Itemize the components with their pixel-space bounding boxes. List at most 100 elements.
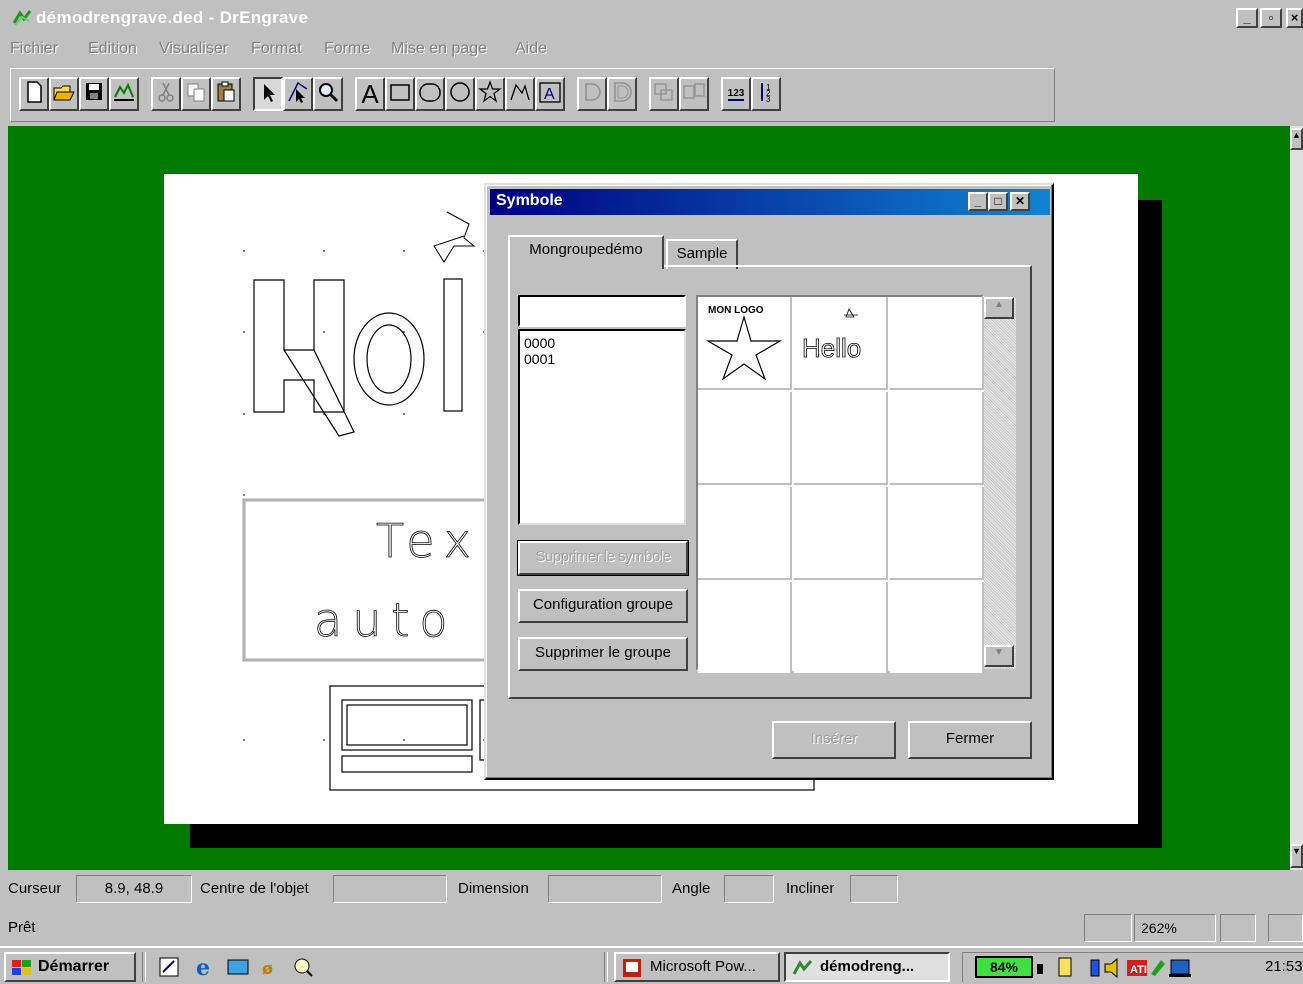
d-outline-tool-button[interactable] (607, 77, 637, 111)
rounded-rect-tool-button[interactable] (415, 77, 445, 111)
vertical-numbering-button[interactable]: 123 (751, 77, 781, 111)
close-dialog-button[interactable]: Fermer (908, 721, 1032, 759)
symbol-dialog[interactable]: Symbole _ □ ✕ Mongroupedémo Sample 0000 … (484, 183, 1054, 780)
tab-mongroupedemo[interactable]: Mongroupedémo (508, 235, 664, 269)
clock[interactable]: 21:53 (1265, 958, 1303, 975)
status-bar-main: Prêt 262% (0, 910, 1303, 946)
dialog-close-button[interactable]: ✕ (1010, 192, 1030, 211)
symbol-cell[interactable] (698, 582, 792, 675)
taskbar-divider (604, 952, 608, 982)
maximize-icon: □ (994, 194, 1002, 208)
symbol-cell[interactable] (890, 297, 984, 390)
symbol-cell[interactable] (890, 582, 984, 675)
menu-mise-en-page[interactable]: Mise en page (391, 40, 487, 58)
scroll-up-button[interactable]: ▲ (1290, 128, 1303, 150)
group-config-button[interactable]: Configuration groupe (518, 589, 688, 623)
list-item[interactable]: 0001 (524, 351, 680, 367)
object-center-value (333, 875, 447, 903)
ungroup-button[interactable] (679, 77, 709, 111)
symbol-cell-mon-logo[interactable]: MON LOGO (698, 297, 792, 390)
dialog-title-bar[interactable]: Symbole _ □ ✕ (490, 189, 1050, 215)
svg-text:A: A (544, 86, 555, 103)
text-frame-tool-button[interactable]: A (535, 77, 565, 111)
quick-launch: e ø (156, 954, 346, 984)
ellipse-tool-button[interactable] (445, 77, 475, 111)
angle-label: Angle (672, 880, 711, 897)
select-tool-button[interactable] (253, 77, 283, 111)
save-button[interactable] (79, 77, 109, 111)
symbol-list[interactable]: 0000 0001 (518, 329, 686, 525)
scroll-down-button[interactable]: ▼ (1290, 844, 1303, 868)
vertical-numbering-icon: 123 (761, 83, 771, 104)
delete-group-button[interactable]: Supprimer le groupe (518, 637, 688, 671)
symbol-cell[interactable] (698, 392, 792, 485)
close-button[interactable]: × (1286, 8, 1303, 28)
zoom-button[interactable] (313, 77, 343, 111)
symbol-grid-scrollbar[interactable]: ▲ ▼ (984, 297, 1016, 669)
polyline-tool-button[interactable] (505, 77, 535, 111)
menu-visualiser[interactable]: Visualiser (159, 40, 228, 58)
symbol-cell[interactable] (890, 487, 984, 580)
group-button[interactable] (649, 77, 679, 111)
star-tool-button[interactable] (475, 77, 505, 111)
task-microsoft-powerpoint[interactable]: Microsoft Pow... (614, 952, 780, 982)
dialog-maximize-button[interactable]: □ (988, 192, 1008, 211)
delete-symbol-button[interactable]: Supprimer le symbole (517, 540, 689, 576)
vertical-scrollbar[interactable]: ▲ ▼ (1290, 126, 1303, 870)
status-field (1220, 914, 1256, 942)
menu-format[interactable]: Format (251, 40, 302, 58)
dimension-value (548, 875, 662, 903)
symbol-cell[interactable] (794, 392, 888, 485)
button-label: Supprimer le groupe (535, 644, 671, 661)
symbol-cell-hello[interactable]: Hello (794, 297, 888, 390)
symbol-cell[interactable] (794, 487, 888, 580)
new-document-icon (27, 81, 42, 103)
start-button[interactable]: Démarrer (4, 952, 136, 982)
window-title-bar[interactable]: démodrengrave.ded - DrEngrave _ ▫ × (0, 0, 1303, 36)
cursor-value: 8.9, 48.9 (76, 875, 192, 903)
zoom-level: 262% (1134, 914, 1216, 942)
incline-value (850, 875, 898, 903)
task-drengrave[interactable]: démodreng... (784, 952, 950, 982)
import-icon (114, 82, 134, 101)
menu-edition[interactable]: Edition (88, 40, 137, 58)
menu-aide[interactable]: Aide (515, 40, 547, 58)
quick-launch-icons: e ø (159, 955, 313, 981)
dialog-minimize-button[interactable]: _ (968, 192, 988, 211)
d-outline-tool-icon (614, 82, 632, 102)
maximize-button[interactable]: ▫ (1260, 8, 1282, 28)
ready-status: Prêt (8, 919, 36, 936)
import-button[interactable] (109, 77, 139, 111)
symbol-name-input[interactable] (518, 295, 686, 327)
new-button[interactable] (19, 77, 49, 111)
battery-indicator[interactable]: 84% (975, 956, 1033, 978)
button-label: Configuration groupe (532, 596, 674, 613)
zoom-icon (319, 83, 339, 103)
insert-button[interactable]: Insérer (772, 721, 896, 759)
menu-fichier[interactable]: Fichier (10, 40, 58, 58)
text-tool-button[interactable]: A (355, 77, 385, 111)
copy-button[interactable] (181, 77, 211, 111)
d-tool-button[interactable] (577, 77, 607, 111)
symbol-cell[interactable] (890, 392, 984, 485)
grid-scroll-down-button[interactable]: ▼ (984, 645, 1014, 667)
select-arrow-icon (264, 84, 275, 102)
symbol-cell[interactable] (698, 487, 792, 580)
minimize-button[interactable]: _ (1236, 8, 1258, 28)
grid-scroll-up-button[interactable]: ▲ (984, 297, 1014, 319)
text-frame-tool-icon: A (539, 82, 561, 103)
tab-label: Sample (676, 245, 728, 262)
list-item[interactable]: 0000 (524, 335, 680, 351)
rectangle-tool-button[interactable] (385, 77, 415, 111)
cut-button[interactable] (151, 77, 181, 111)
angle-value (724, 875, 774, 903)
node-edit-button[interactable] (283, 77, 313, 111)
symbol-cell[interactable] (794, 582, 888, 675)
menu-forme[interactable]: Forme (324, 40, 370, 58)
node-edit-icon (288, 81, 308, 103)
cursor-label: Curseur (8, 880, 62, 897)
open-button[interactable] (49, 77, 79, 111)
numbering-button[interactable]: 123 (721, 77, 751, 111)
text-tool-icon: A (361, 79, 379, 109)
paste-button[interactable] (211, 77, 241, 111)
